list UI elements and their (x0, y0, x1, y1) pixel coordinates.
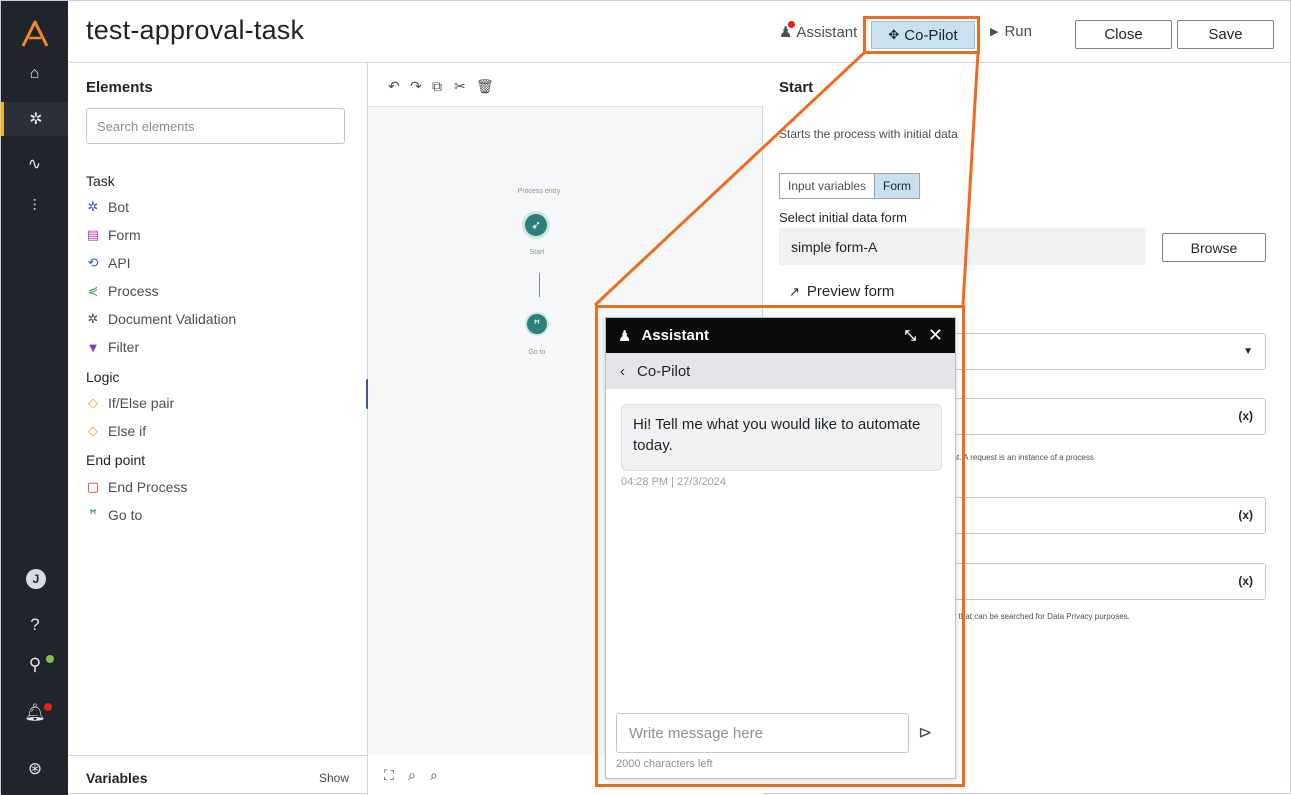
element-go-to[interactable]: ꟸ Go to (86, 507, 142, 523)
play-icon: ▶ (990, 26, 999, 38)
input-mode-toggle: Input variables Form (779, 173, 921, 199)
stop-icon: ▢ (86, 479, 100, 494)
assistant-message: Hi! Tell me what you would like to autom… (621, 404, 942, 471)
variables-bar: Variables Show (68, 755, 367, 795)
variable-picker-button[interactable]: (x) (1238, 508, 1253, 522)
fit-screen-icon[interactable]: ⛶ (384, 767, 394, 784)
notification-dot (44, 703, 52, 711)
field-help-1: uest. A request is an instance of a proc… (944, 453, 1094, 462)
home-icon[interactable]: ⌂ (1, 57, 68, 91)
process-icon: ⋞ (87, 283, 99, 298)
close-icon[interactable]: ✕ (928, 325, 943, 346)
form-icon: ▤ (86, 227, 100, 242)
diamond-icon: ◇ (88, 423, 98, 438)
goto-node[interactable]: ꟸ (525, 312, 549, 336)
show-variables-link[interactable]: Show (319, 771, 349, 785)
tab-input-variables[interactable]: Input variables (780, 174, 874, 198)
collapse-icon[interactable]: ⤡ (905, 327, 916, 344)
run-button[interactable]: ▶ Run (990, 23, 1032, 40)
form-select-field[interactable]: simple form-A (779, 228, 1145, 265)
variable-field-1[interactable]: (x) (934, 398, 1266, 435)
avatar[interactable]: J (26, 569, 46, 589)
field-help-2: ield that can be searched for Data Priva… (944, 612, 1130, 621)
canvas-toolbar: ↶ ↷ ⧉ ✂ 🗑︎ (368, 63, 763, 107)
document-validation-icon: ✲ (87, 311, 99, 326)
group-end-point: End point (86, 452, 146, 468)
delete-icon[interactable]: 🗑︎ (476, 78, 494, 95)
characters-left: 2000 characters left (616, 758, 713, 770)
activity-icon[interactable]: ∿ (1, 147, 68, 181)
elements-panel: Elements Search elements Task ✲ Bot ▤ Form… (68, 63, 368, 795)
app-window: ⌂ ✲ ∿ ⫶ J ? ⚲ 🔔︎ ⊛ test-approval-task ♟ … (0, 0, 1291, 795)
location-icon[interactable]: ⚲ (23, 653, 47, 677)
zoom-in-icon[interactable]: ⌕ (408, 767, 416, 784)
expand-icon[interactable]: ⊛ (23, 757, 47, 781)
bot-icon: ✲ (87, 199, 99, 214)
help-icon[interactable]: ? (23, 613, 47, 637)
assistant-icon: ♟ (779, 21, 796, 41)
element-else-if[interactable]: ◇ Else if (86, 423, 146, 439)
message-input[interactable]: Write message here (616, 713, 909, 753)
variable-field-2[interactable]: (x) (934, 497, 1266, 534)
chevron-down-icon: ▼ (1243, 346, 1253, 357)
undo-icon[interactable]: ↶ (388, 78, 400, 95)
copy-icon[interactable]: ⧉ (432, 78, 442, 95)
group-task: Task (86, 173, 115, 189)
diamond-icon: ◇ (88, 395, 98, 410)
element-form[interactable]: ▤ Form (86, 227, 141, 243)
properties-title: Start (779, 79, 814, 96)
start-node[interactable]: ➶ (522, 211, 550, 239)
cut-icon[interactable]: ✂ (454, 78, 466, 95)
process-entry-label: Process entry (517, 188, 561, 195)
save-button[interactable]: Save (1177, 20, 1274, 49)
close-button[interactable]: Close (1075, 20, 1172, 49)
flow-connector (539, 273, 540, 297)
elements-title: Elements (86, 79, 153, 96)
element-document-validation[interactable]: ✲ Document Validation (86, 311, 237, 327)
dropdown-field[interactable]: ▼ (934, 333, 1266, 370)
element-bot[interactable]: ✲ Bot (86, 199, 129, 215)
page-title: test-approval-task (86, 15, 305, 45)
variables-title: Variables (86, 770, 148, 786)
copilot-back-bar[interactable]: ‹ Co-Pilot (606, 353, 955, 389)
variable-field-3[interactable]: (x) (934, 563, 1266, 600)
properties-description: Starts the process with initial data (779, 127, 958, 141)
group-logic: Logic (86, 369, 120, 385)
chevron-left-icon: ‹ (620, 362, 625, 380)
sliders-icon[interactable]: ⫶ (1, 190, 68, 224)
assistant-popup: ♟ Assistant ⤡ ✕ ‹ Co-Pilot Hi! Tell me w… (605, 317, 956, 779)
rocket-icon: ➶ (530, 218, 542, 232)
zoom-out-icon[interactable]: ⌕ (430, 767, 438, 784)
app-logo-icon (21, 20, 49, 47)
search-input[interactable]: Search elements (86, 108, 345, 144)
preview-form-link[interactable]: ↗ Preview form (789, 283, 894, 300)
element-end-process[interactable]: ▢ End Process (86, 479, 188, 495)
nav-rail: ⌂ ✲ ∿ ⫶ J ? ⚲ 🔔︎ ⊛ (1, 1, 68, 795)
element-process[interactable]: ⋞ Process (86, 283, 159, 299)
assistant-icon: ♟ (618, 327, 632, 345)
redo-icon[interactable]: ↷ (410, 78, 422, 95)
tab-form[interactable]: Form (874, 174, 920, 198)
start-node-label: Start (529, 249, 545, 256)
browse-button[interactable]: Browse (1162, 233, 1266, 262)
send-icon[interactable]: ⊳ (918, 723, 932, 743)
assistant-header: ♟ Assistant ⤡ ✕ (606, 318, 955, 353)
status-dot (46, 655, 54, 663)
goto-icon: ꟸ (533, 317, 541, 331)
goto-icon: ꟸ (89, 507, 97, 522)
assistant-button[interactable]: ♟ Assistant (779, 21, 857, 41)
variable-picker-button[interactable]: (x) (1238, 409, 1253, 423)
form-select-label: Select initial data form (779, 210, 907, 225)
element-if-else-pair[interactable]: ◇ If/Else pair (86, 395, 174, 411)
variable-picker-button[interactable]: (x) (1238, 574, 1253, 588)
bot-icon[interactable]: ✲ (1, 102, 68, 136)
copilot-highlight (863, 16, 980, 54)
api-icon: ⟲ (87, 255, 99, 270)
goto-node-label: Go to (528, 349, 546, 356)
external-link-icon: ↗ (789, 283, 800, 299)
element-filter[interactable]: ▼ Filter (86, 339, 140, 355)
message-timestamp: 04:28 PM | 27/3/2024 (621, 476, 726, 488)
element-api[interactable]: ⟲ API (86, 255, 131, 271)
filter-icon: ▼ (86, 339, 100, 355)
